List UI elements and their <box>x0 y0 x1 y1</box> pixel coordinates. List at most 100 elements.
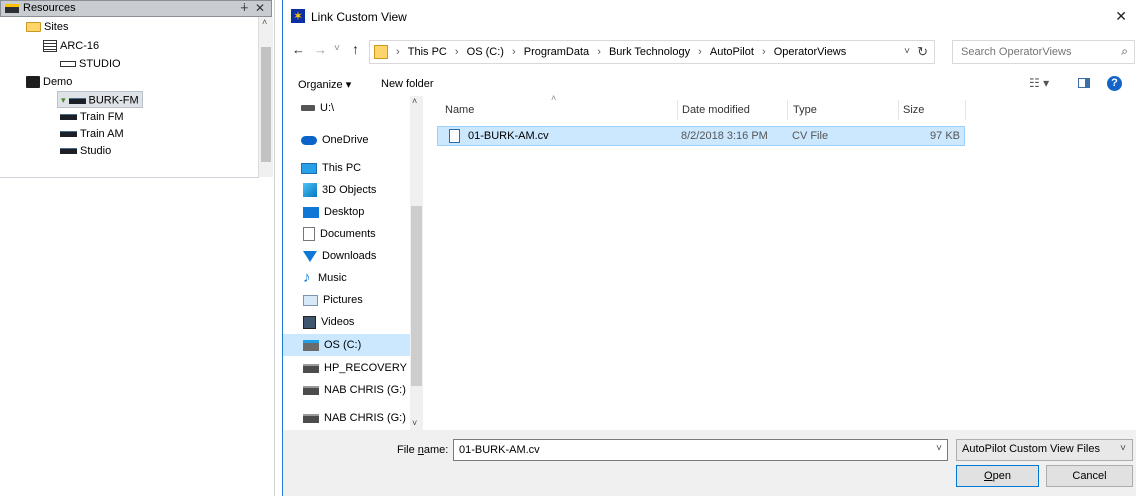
nav-item-nab-chris-2[interactable]: NAB CHRIS (G:) <box>303 408 406 428</box>
column-header-size[interactable]: Size <box>903 104 924 116</box>
tree-item-burk-fm[interactable]: ▾ BURK-FM <box>57 91 143 108</box>
refresh-icon[interactable]: ↻ <box>917 44 928 60</box>
link-custom-view-dialog: ✶ Link Custom View ✕ ← → ˅ ↑ › This PC ›… <box>282 0 1136 496</box>
nav-item-onedrive[interactable]: OneDrive <box>301 130 368 150</box>
scroll-up-icon[interactable]: ˄ <box>262 17 267 27</box>
scroll-thumb[interactable] <box>261 47 271 162</box>
nav-item-desktop[interactable]: Desktop <box>303 202 364 222</box>
pin-icon[interactable]: ∔ <box>240 1 249 14</box>
column-divider[interactable] <box>677 100 678 120</box>
chevron-down-icon[interactable]: ˅ <box>936 443 942 454</box>
file-row[interactable]: 01-BURK-AM.cv 8/2/2018 3:16 PM CV File 9… <box>437 126 965 146</box>
nav-item-label: Pictures <box>323 294 363 306</box>
recent-locations-icon[interactable]: ˅ <box>334 43 340 54</box>
tree-item-label: Train AM <box>80 128 124 140</box>
nav-item-label: Videos <box>321 316 355 328</box>
nav-item-label: NAB CHRIS (G:) <box>324 384 406 396</box>
resources-icon <box>5 4 19 13</box>
nav-item-label: HP_RECOVERY ( <box>324 362 414 374</box>
breadcrumb-separator: › <box>396 46 400 58</box>
nav-item-documents[interactable]: Documents <box>303 224 376 244</box>
change-view-icon[interactable]: ☷ ▾ <box>1029 76 1049 90</box>
nav-item-label: Documents <box>320 228 376 240</box>
nav-item-os-c[interactable]: OS (C:) <box>283 334 410 356</box>
file-type-select[interactable]: AutoPilot Custom View Files ˅ <box>956 439 1133 461</box>
open-accel: O <box>984 470 993 482</box>
tree-item-studio-unit[interactable]: STUDIO <box>60 56 121 73</box>
search-input[interactable] <box>959 45 1113 59</box>
search-box[interactable]: ⌕ <box>952 40 1135 64</box>
address-bar[interactable]: › This PC › OS (C:) › ProgramData › Burk… <box>369 40 935 64</box>
tree-item-studio[interactable]: Studio <box>60 143 111 160</box>
nav-item-this-pc[interactable]: This PC <box>301 158 361 178</box>
breadcrumb-autopilot[interactable]: AutoPilot <box>710 46 754 58</box>
file-name-input[interactable] <box>457 443 921 457</box>
tree-item-arc-16[interactable]: ARC-16 <box>43 38 99 55</box>
file-type: CV File <box>792 130 829 142</box>
chevron-down-icon[interactable]: ˅ <box>1120 443 1126 454</box>
nav-item-nab-chris-1[interactable]: NAB CHRIS (G:) <box>303 380 406 400</box>
breadcrumb-separator[interactable]: › <box>597 46 601 58</box>
cancel-button[interactable]: Cancel <box>1046 465 1133 487</box>
breadcrumb-separator[interactable]: › <box>762 46 766 58</box>
tree-item-train-fm[interactable]: Train FM <box>60 109 124 126</box>
breadcrumb-programdata[interactable]: ProgramData <box>524 46 589 58</box>
scroll-down-icon[interactable]: ˅ <box>412 418 417 428</box>
file-name-combobox[interactable]: ˅ <box>453 439 948 461</box>
resources-title: Resources <box>23 2 76 14</box>
nav-item-pictures[interactable]: Pictures <box>303 290 363 310</box>
help-icon[interactable]: ? <box>1107 76 1122 91</box>
column-divider[interactable] <box>898 100 899 120</box>
drive-icon <box>303 363 319 373</box>
device-icon <box>68 97 86 104</box>
column-header-type[interactable]: Type <box>793 104 817 116</box>
address-dropdown-icon[interactable]: ˅ <box>904 46 910 57</box>
tree-item-demo[interactable]: Demo <box>26 74 72 91</box>
preview-pane-icon[interactable] <box>1078 78 1090 88</box>
nav-item-hp-recovery[interactable]: HP_RECOVERY ( <box>303 358 413 378</box>
breadcrumb-this-pc[interactable]: This PC <box>408 46 447 58</box>
breadcrumb-burk-technology[interactable]: Burk Technology <box>609 46 690 58</box>
search-icon[interactable]: ⌕ <box>1121 44 1128 59</box>
tree-item-sites[interactable]: Sites <box>26 19 68 36</box>
close-icon[interactable]: ✕ <box>255 1 265 15</box>
breadcrumb-separator[interactable]: › <box>698 46 702 58</box>
resources-title-bar: Resources ∔ ✕ <box>0 0 272 17</box>
column-header-name[interactable]: Name <box>445 104 474 116</box>
column-divider[interactable] <box>787 100 788 120</box>
tree-item-label: BURK-FM <box>88 94 139 107</box>
new-folder-button[interactable]: New folder <box>381 78 434 90</box>
file-date: 8/2/2018 3:16 PM <box>681 130 768 142</box>
nav-item-u-drive[interactable]: U:\ <box>301 98 334 118</box>
nav-item-videos[interactable]: Videos <box>303 312 354 332</box>
forward-arrow-icon[interactable]: → <box>314 42 327 57</box>
resources-tree: Sites ARC-16 STUDIO Demo ▾ BURK-FM Train … <box>0 17 259 178</box>
breadcrumb-separator[interactable]: › <box>455 46 459 58</box>
downloads-icon <box>303 250 317 262</box>
column-divider[interactable] <box>965 100 966 120</box>
column-header-date[interactable]: Date modified <box>682 104 750 116</box>
breadcrumb-os-c[interactable]: OS (C:) <box>467 46 504 58</box>
organize-button[interactable]: Organize ▾ <box>298 78 351 91</box>
back-arrow-icon[interactable]: ← <box>292 42 305 57</box>
scroll-up-icon[interactable]: ˄ <box>412 96 417 106</box>
nav-item-label: This PC <box>322 162 362 174</box>
nav-item-music[interactable]: ♪ Music <box>303 268 347 288</box>
scroll-thumb[interactable] <box>411 206 422 386</box>
site-icon <box>26 76 40 89</box>
file-name-label: File name: <box>397 444 448 456</box>
breadcrumb-operatorviews[interactable]: OperatorViews <box>774 46 847 58</box>
up-arrow-icon[interactable]: ↑ <box>352 41 359 57</box>
file-name-label-prefix: File <box>397 444 418 456</box>
navigation-scrollbar[interactable]: ˄ ˅ <box>410 96 423 430</box>
breadcrumb-separator[interactable]: › <box>512 46 516 58</box>
resources-scrollbar[interactable]: ˄ <box>258 17 273 177</box>
tree-item-train-am[interactable]: Train AM <box>60 126 124 143</box>
nav-item-3d-objects[interactable]: 3D Objects <box>303 180 376 200</box>
nav-item-downloads[interactable]: Downloads <box>303 246 376 266</box>
open-button[interactable]: Open <box>956 465 1039 487</box>
folder-icon <box>26 22 41 33</box>
close-icon[interactable]: ✕ <box>1115 8 1127 25</box>
status-icon: ▾ <box>61 95 66 105</box>
tree-item-label: Studio <box>80 145 112 157</box>
